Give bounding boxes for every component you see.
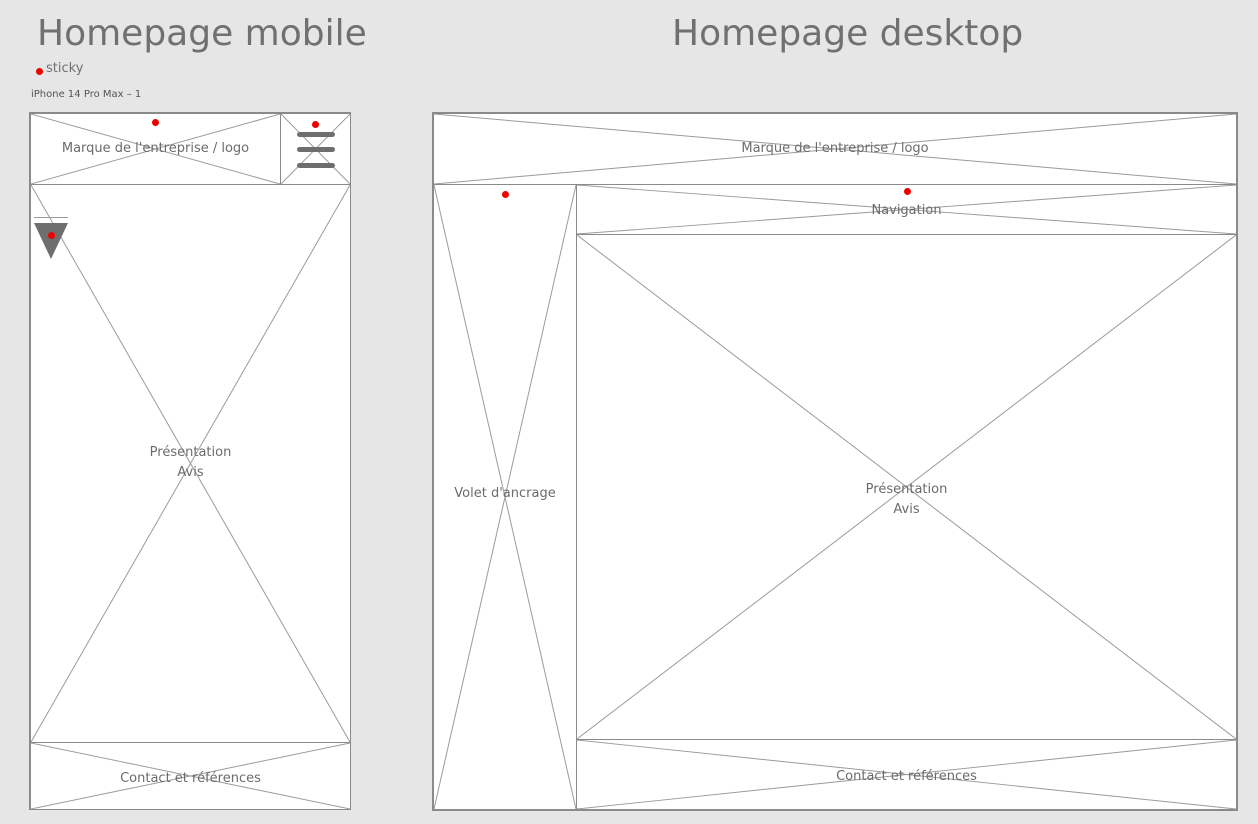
desktop-nav-placeholder[interactable]: Navigation bbox=[576, 184, 1237, 235]
mobile-main-label-line2: Avis bbox=[177, 465, 204, 480]
dropdown-rule bbox=[34, 217, 68, 218]
desktop-footer-placeholder: Contact et références bbox=[576, 739, 1237, 810]
sticky-marker bbox=[152, 119, 159, 126]
desktop-main-label-line2: Avis bbox=[893, 502, 920, 517]
mobile-artboard: Marque de l'entreprise / logo Présentati… bbox=[29, 112, 351, 810]
mobile-logo-placeholder: Marque de l'entreprise / logo bbox=[30, 113, 281, 185]
desktop-title: Homepage desktop bbox=[672, 13, 1024, 54]
desktop-sidebar-placeholder: Volet d'ancrage bbox=[433, 184, 577, 810]
mobile-title: Homepage mobile bbox=[37, 13, 367, 54]
desktop-footer-label: Contact et références bbox=[836, 769, 977, 784]
mobile-menu-button[interactable] bbox=[280, 113, 351, 185]
mobile-main-placeholder: Présentation Avis bbox=[30, 184, 351, 743]
sticky-marker bbox=[904, 188, 911, 195]
desktop-logo-label: Marque de l'entreprise / logo bbox=[741, 141, 929, 156]
desktop-artboard: Marque de l'entreprise / logo Volet d'an… bbox=[432, 112, 1238, 811]
desktop-main-label-line1: Présentation bbox=[865, 482, 948, 497]
sticky-marker bbox=[502, 191, 509, 198]
mobile-logo-label: Marque de l'entreprise / logo bbox=[61, 141, 250, 156]
mobile-footer-label: Contact et références bbox=[120, 771, 261, 786]
desktop-sidebar-label: Volet d'ancrage bbox=[454, 486, 556, 501]
mobile-footer-placeholder: Contact et références bbox=[30, 742, 351, 810]
legend-sticky-marker bbox=[36, 68, 43, 75]
artboard-label: iPhone 14 Pro Max – 1 bbox=[31, 89, 142, 100]
desktop-logo-placeholder: Marque de l'entreprise / logo bbox=[433, 113, 1237, 185]
sticky-marker bbox=[48, 232, 55, 239]
desktop-main-placeholder: Présentation Avis bbox=[576, 234, 1237, 740]
sticky-marker bbox=[312, 121, 319, 128]
mobile-main-label-line1: Présentation bbox=[149, 445, 232, 460]
dropdown-triangle-icon[interactable] bbox=[34, 223, 68, 259]
desktop-nav-label: Navigation bbox=[871, 203, 942, 218]
legend-sticky-label: sticky bbox=[46, 61, 84, 76]
